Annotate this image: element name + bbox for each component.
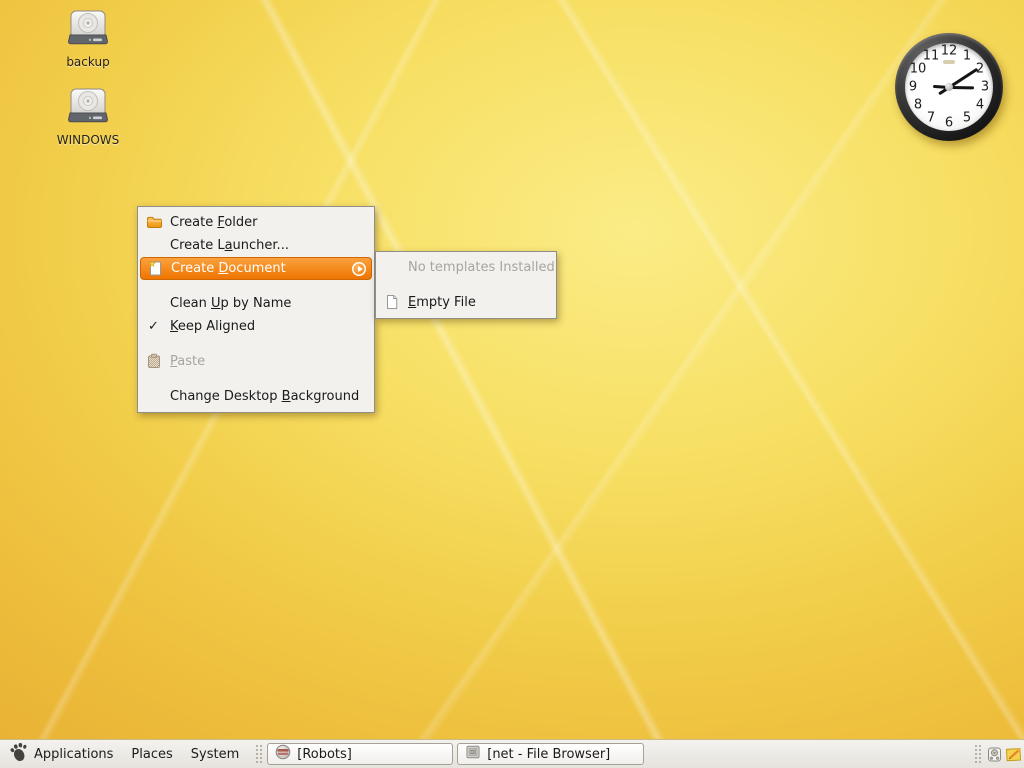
sticky-notes-icon[interactable] [1005,746,1022,763]
menu-separator [376,279,556,291]
submenu-arrow-icon [352,261,366,276]
menu-item-label: No templates Installed [408,260,555,275]
menu-item-label: Create Launcher... [170,238,289,253]
bottom-panel: Applications Places System [Robots] [net… [0,739,1024,768]
clock-number: 4 [975,97,985,113]
taskbar-button-robots[interactable]: [Robots] [267,743,454,765]
gnome-foot-icon [9,742,28,766]
places-menu-label: Places [131,746,173,762]
robots-icon [275,744,291,764]
analog-clock-widget[interactable]: 12 1 2 3 4 5 6 7 8 9 10 11 [895,33,1003,141]
file-browser-icon [465,744,481,764]
desktop-icon-label: WINDOWS [56,133,120,147]
create-document-submenu: No templates Installed Empty File [375,251,557,319]
new-document-icon [147,260,163,276]
clock-number: 1 [962,48,972,64]
desktop-context-menu: Create Folder Create Launcher... Create … [137,206,375,413]
menu-item-create-folder[interactable]: Create Folder [138,211,374,234]
menu-item-paste[interactable]: Paste [138,350,374,373]
menu-item-label: Create Folder [170,215,258,230]
clock-number: 5 [962,110,972,126]
document-icon [384,294,400,310]
checkmark-icon: ✓ [148,319,159,334]
menu-item-create-launcher[interactable]: Create Launcher... [138,234,374,257]
places-menu[interactable]: Places [122,740,181,768]
menu-item-clean-up-by-name[interactable]: Clean Up by Name [138,292,374,315]
menu-item-label: Empty File [408,295,476,310]
clock-face: 12 1 2 3 4 5 6 7 8 9 10 11 [905,43,993,131]
taskbar-button-label: [net - File Browser] [487,746,611,762]
menu-separator [138,338,374,350]
hard-drive-icon [66,88,110,130]
clock-number: 6 [944,115,954,131]
notification-area [970,743,1024,765]
menu-item-label: Paste [170,354,206,369]
clock-number: 8 [913,97,923,113]
paste-icon [146,353,162,369]
taskbar-button-label: [Robots] [297,746,352,762]
menu-item-label: Clean Up by Name [170,296,292,311]
menu-item-create-document[interactable]: Create Document [140,257,372,280]
hard-drive-icon [66,10,110,52]
desktop-icon-windows[interactable]: WINDOWS [46,88,130,147]
menu-item-label: Create Document [171,261,286,276]
desktop-icon-backup[interactable]: backup [46,10,130,69]
menu-item-label: Change Desktop Background [170,389,360,404]
folder-icon [146,214,162,230]
clock-center-cap [945,83,953,91]
menu-item-label: Keep Aligned [170,319,256,334]
menu-item-no-templates: No templates Installed [376,256,556,279]
applications-menu[interactable]: Applications [0,740,122,768]
clock-number: 11 [922,48,940,64]
tray-drag-handle[interactable] [973,743,981,765]
menu-separator [138,373,374,385]
clock-logo [943,60,955,64]
clock-number: 10 [909,61,927,77]
taskbar-button-file-browser[interactable]: [net - File Browser] [457,743,645,765]
applications-menu-label: Applications [34,746,114,762]
clock-number: 12 [940,43,958,59]
panel-drag-handle[interactable] [254,743,263,765]
menu-item-keep-aligned[interactable]: ✓ Keep Aligned [138,315,374,338]
desktop-screen: backup WINDOWS 12 1 2 3 4 5 6 7 8 9 10 1… [0,0,1024,768]
system-menu-label: System [190,746,240,762]
system-menu[interactable]: System [182,740,248,768]
menu-separator [138,280,374,292]
desktop-icon-label: backup [66,55,110,69]
menu-item-change-desktop-background[interactable]: Change Desktop Background [138,385,374,408]
menu-item-empty-file[interactable]: Empty File [376,291,556,314]
volume-icon[interactable] [986,746,1003,763]
clock-number: 9 [908,79,918,95]
clock-number: 7 [926,110,936,126]
clock-number: 3 [980,79,990,95]
